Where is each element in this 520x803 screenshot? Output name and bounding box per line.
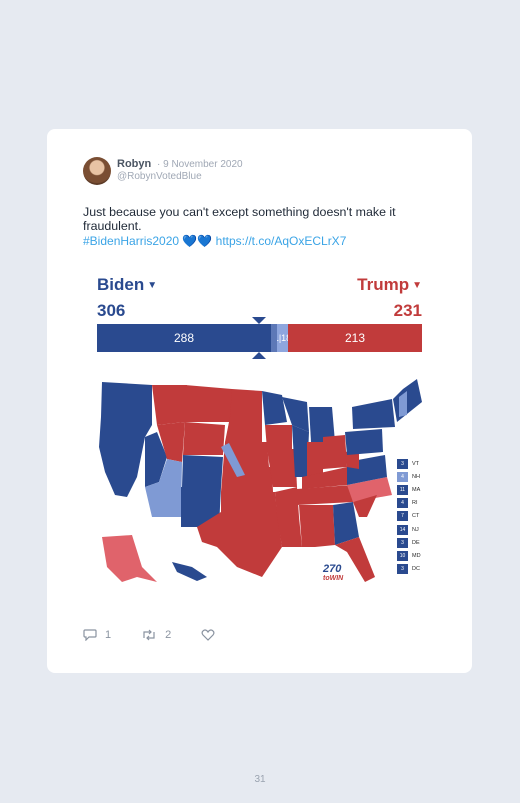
us-map xyxy=(99,379,422,582)
ne-state-nj[interactable]: 14 NJ xyxy=(397,523,429,536)
ne-state-de[interactable]: 3 DE xyxy=(397,536,429,549)
electoral-bar: 288 1|18 213 xyxy=(97,324,422,352)
midpoint-marker-top-icon xyxy=(252,317,266,324)
state-ar xyxy=(275,487,299,517)
state-ms xyxy=(299,505,315,547)
biden-safe-segment: 288 xyxy=(97,324,271,352)
retweet-button[interactable]: 2 xyxy=(141,629,171,641)
state-wy xyxy=(183,422,225,455)
trump-label: Trump ▼ xyxy=(357,275,422,294)
hashtag-link[interactable]: #BidenHarris2020 xyxy=(83,234,179,248)
state-al xyxy=(315,505,335,547)
state-ak xyxy=(102,535,157,582)
biden-label: Biden ▼ xyxy=(97,275,158,294)
author-avatar[interactable] xyxy=(83,157,111,185)
state-ia xyxy=(265,425,292,449)
author-handle[interactable]: @RobynVotedBlue xyxy=(117,171,202,182)
state-nd xyxy=(230,389,262,417)
ne-state-md[interactable]: 10 MD xyxy=(397,549,429,562)
tweet-text: Just because you can't except something … xyxy=(83,205,396,233)
state-in xyxy=(307,442,323,477)
caret-down-icon: ▼ xyxy=(412,280,422,292)
ne-state-nh[interactable]: 4 NH xyxy=(397,470,429,483)
ne-state-dc[interactable]: 3 DC xyxy=(397,563,429,576)
author-name[interactable]: Robyn xyxy=(117,158,151,170)
caret-down-icon: ▼ xyxy=(147,280,158,292)
tossup-segment: 1|18 xyxy=(277,324,288,352)
state-co xyxy=(182,455,223,487)
state-pa xyxy=(345,429,383,455)
state-tx xyxy=(197,512,282,577)
blue-heart-emoji: 💙💙 xyxy=(182,234,213,248)
biden-total: 306 xyxy=(97,301,126,320)
state-ok xyxy=(221,492,277,512)
state-west-coast xyxy=(99,382,152,497)
270towin-logo: 270 toWIN xyxy=(323,563,344,583)
electoral-map-image[interactable]: Biden▼ Trump▼ 306 231 288 1|18 213 xyxy=(97,269,422,589)
reply-count: 1 xyxy=(105,629,112,641)
state-me xyxy=(393,379,422,422)
state-ks xyxy=(221,467,273,492)
tweet-actions: 1 2 xyxy=(83,629,245,641)
like-button[interactable] xyxy=(201,629,215,641)
state-hi xyxy=(172,562,207,581)
page-number: 31 xyxy=(254,774,266,785)
state-oh xyxy=(323,435,347,469)
northeast-legend: 3 VT 4 NH 11 MA 4 RI 7 CT 14 NJ 3 DE 10 MD 3 DC xyxy=(397,457,429,576)
tweet-date: · 9 November 2020 xyxy=(157,159,243,170)
trump-total: 231 xyxy=(393,301,422,320)
ne-state-ct[interactable]: 7 CT xyxy=(397,510,429,523)
ne-state-vt[interactable]: 3 VT xyxy=(397,457,429,470)
state-ny xyxy=(352,399,395,429)
ne-state-ri[interactable]: 4 RI xyxy=(397,497,429,510)
reply-button[interactable]: 1 xyxy=(83,629,111,641)
state-mn xyxy=(262,391,287,425)
tweet-links: #BidenHarris2020 💙💙 https://t.co/AqOxECL… xyxy=(83,234,346,248)
tweet-url-link[interactable]: https://t.co/AqOxECLrX7 xyxy=(216,234,347,248)
ne-state-ma[interactable]: 11 MA xyxy=(397,483,429,496)
state-id-mt xyxy=(152,385,187,425)
trump-safe-segment: 213 xyxy=(288,324,422,352)
retweet-icon xyxy=(143,629,155,641)
heart-icon xyxy=(201,629,215,641)
state-mt xyxy=(185,385,232,422)
reply-icon xyxy=(83,629,97,641)
midpoint-marker-bottom-icon xyxy=(252,352,266,359)
tweet-card: Robyn · 9 November 2020 @RobynVotedBlue … xyxy=(47,129,472,673)
state-sd xyxy=(225,417,262,442)
retweet-count: 2 xyxy=(165,629,172,641)
